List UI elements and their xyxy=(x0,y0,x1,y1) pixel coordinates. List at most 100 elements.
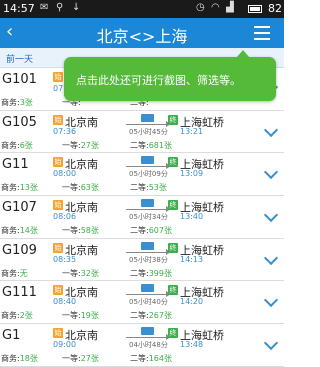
arrival-time: 13:09 xyxy=(180,169,204,179)
business-count: 3张 xyxy=(19,98,33,107)
menu-icon[interactable] xyxy=(254,26,270,40)
arrival-time: 14:13 xyxy=(180,254,204,264)
business-seats: 商务:13张 xyxy=(1,182,38,193)
arrival-time: 13:21 xyxy=(180,126,204,136)
duration: 05小时40分 xyxy=(129,298,168,307)
route-arrow-icon xyxy=(126,334,171,341)
duration: 05小时45分 xyxy=(129,127,168,136)
business-seats: 商务:2张 xyxy=(1,310,33,321)
expand-chevron-icon[interactable] xyxy=(263,122,279,137)
origin-badge-icon: 始 xyxy=(53,242,63,253)
train-icon xyxy=(141,113,154,122)
train-icon xyxy=(141,284,154,293)
first-count: 27张 xyxy=(80,140,99,150)
battery-icon xyxy=(248,5,262,13)
first-class-seats: 一等:19张 xyxy=(62,310,99,321)
second-count: 267张 xyxy=(148,311,172,321)
departure-time: 07:36 xyxy=(53,126,77,136)
departure-time: 08:06 xyxy=(53,212,77,222)
train-code: G109 xyxy=(2,242,37,258)
menu-tooltip[interactable]: 点击此处还可进行截图、筛选等。 xyxy=(64,50,276,101)
second-label: 二等: xyxy=(130,183,149,193)
business-label: 商务: xyxy=(1,140,20,150)
origin-badge-icon: 始 xyxy=(53,157,63,168)
train-code: G11 xyxy=(2,157,29,173)
first-class-seats: 一等:32张 xyxy=(62,268,99,279)
arrival-time: 14:20 xyxy=(180,297,204,307)
origin-badge-icon: 始 xyxy=(53,72,63,82)
duration: 05小时34分 xyxy=(129,213,168,222)
train-icon xyxy=(141,199,154,208)
duration: 05小时09分 xyxy=(129,170,168,179)
first-class-seats: 一等:63张 xyxy=(62,182,99,193)
download-icon: ↓ xyxy=(72,2,81,13)
train-icon xyxy=(141,156,154,165)
usb-icon: ⚲ xyxy=(56,2,64,13)
terminal-badge-icon: 终 xyxy=(168,328,178,339)
arrival-time: 13:48 xyxy=(180,340,204,350)
expand-chevron-icon[interactable] xyxy=(263,336,279,351)
tooltip-text: 点击此处还可进行截图、筛选等。 xyxy=(76,74,241,87)
second-class-seats: 二等:607张 xyxy=(130,225,172,236)
business-label: 商务: xyxy=(1,183,20,193)
previous-day-button[interactable]: 前一天 xyxy=(6,52,33,65)
train-row[interactable]: G1 始北京南 09:00 04小时48分终上海虹桥 13:48 商务:18张 一等:27张… xyxy=(0,324,284,367)
train-icon xyxy=(141,327,154,336)
first-count: 19张 xyxy=(80,311,99,321)
first-count: 63张 xyxy=(80,183,99,193)
first-class-seats: 一等:27张 xyxy=(62,353,99,364)
train-code: G1 xyxy=(2,328,21,344)
expand-chevron-icon[interactable] xyxy=(263,293,279,308)
origin-badge-icon: 始 xyxy=(53,328,63,339)
expand-chevron-icon[interactable] xyxy=(263,250,279,265)
terminal-badge-icon: 终 xyxy=(168,114,178,125)
arrival-time: 13:40 xyxy=(180,212,204,222)
notification-icon: ✉ xyxy=(40,2,49,13)
second-class-seats: 二等:53张 xyxy=(130,182,167,193)
departure-time: 08:35 xyxy=(53,254,77,264)
second-label: 二等: xyxy=(130,268,149,278)
first-label: 一等: xyxy=(62,140,81,150)
business-label: 商务: xyxy=(1,311,20,321)
business-seats: 商务:6张 xyxy=(1,140,33,151)
first-label: 一等: xyxy=(62,311,81,321)
business-count: 13张 xyxy=(19,183,38,193)
business-count: 无 xyxy=(19,268,28,278)
departure-time: 08:00 xyxy=(53,169,77,179)
second-count: 164张 xyxy=(148,354,172,364)
business-count: 6张 xyxy=(19,140,33,150)
business-seats: 商务:18张 xyxy=(1,353,38,364)
train-row[interactable]: G107 始北京南 08:06 05小时34分终上海虹桥 13:40 商务:14张 一等:5… xyxy=(0,196,284,239)
train-code: G101 xyxy=(2,72,37,87)
train-row[interactable]: G11 始北京南 08:00 05小时09分终上海虹桥 13:09 商务:13张 一等:63… xyxy=(0,153,284,197)
first-label: 一等: xyxy=(62,226,81,236)
second-label: 二等: xyxy=(130,354,149,364)
first-count: 27张 xyxy=(80,354,99,364)
business-label: 商务: xyxy=(1,354,20,364)
departure-time: 08:40 xyxy=(53,297,77,307)
title-bar: ‹ 北京<>上海 xyxy=(0,18,284,48)
terminal-badge-icon: 终 xyxy=(168,285,178,296)
business-count: 14张 xyxy=(19,226,38,236)
origin-badge-icon: 始 xyxy=(53,114,63,125)
route-arrow-icon xyxy=(126,248,171,255)
train-row[interactable]: G105 始北京南 07:36 05小时45分终上海虹桥 13:21 商务:6张 一等:27… xyxy=(0,110,284,154)
first-count: 32张 xyxy=(80,268,99,278)
page-title: 北京<>上海 xyxy=(96,27,188,46)
train-code: G105 xyxy=(2,114,37,130)
train-row[interactable]: G111 始北京南 08:40 05小时40分终上海虹桥 14:20 商务:2张 一等:19… xyxy=(0,281,284,325)
second-class-seats: 二等:399张 xyxy=(130,268,172,279)
expand-chevron-icon[interactable] xyxy=(263,165,279,180)
business-count: 18张 xyxy=(19,354,38,364)
terminal-badge-icon: 终 xyxy=(168,242,178,253)
second-class-seats: 二等:164张 xyxy=(130,353,172,364)
train-row[interactable]: G109 始北京南 08:35 05小时38分终上海虹桥 14:13 商务:无 一等:32张… xyxy=(0,238,284,282)
route-arrow-icon xyxy=(126,163,171,170)
departure-time: 09:00 xyxy=(53,340,77,350)
terminal-badge-icon: 终 xyxy=(168,157,178,168)
expand-chevron-icon[interactable] xyxy=(263,207,279,223)
second-count: 399张 xyxy=(148,268,172,278)
business-count: 2张 xyxy=(19,311,33,321)
battery-level: 82 xyxy=(268,2,282,15)
business-label: 商务: xyxy=(1,226,20,236)
